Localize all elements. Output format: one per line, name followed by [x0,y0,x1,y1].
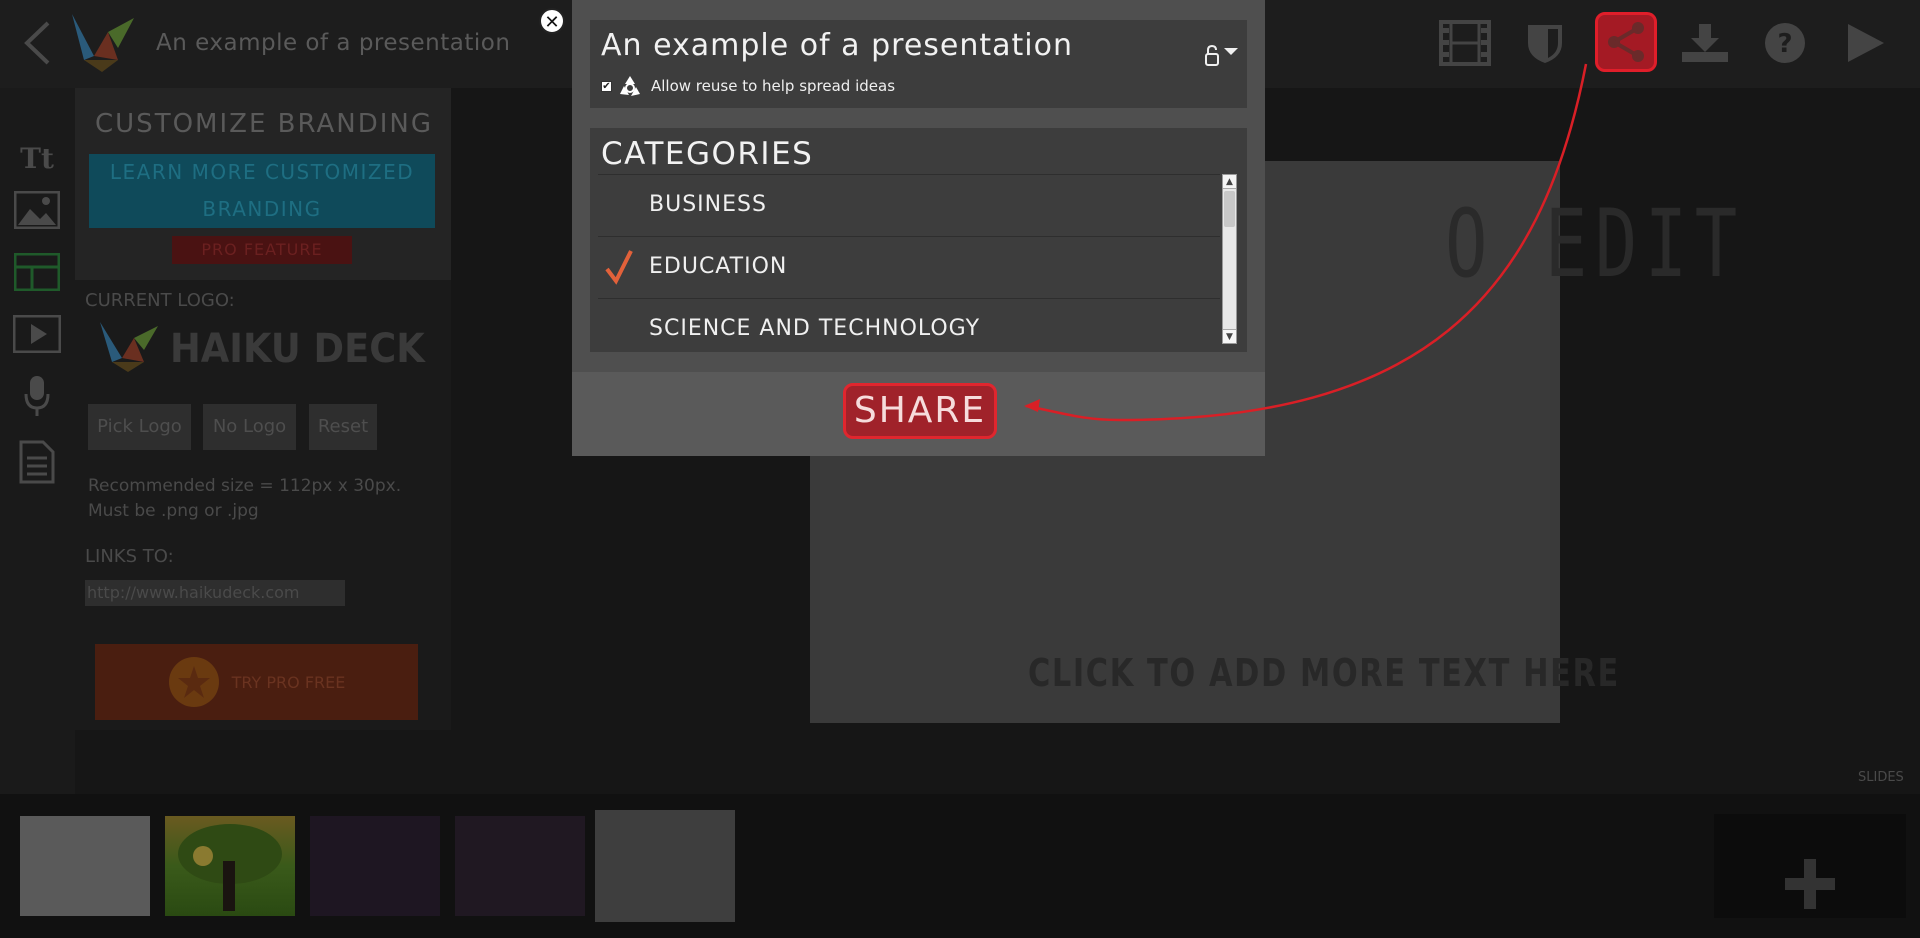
haiku-deck-logo [72,14,134,72]
learn-more-button[interactable]: LEARN MORE CUSTOMIZED BRANDING [89,154,435,228]
no-logo-button[interactable]: No Logo [203,404,296,450]
slide-thumbnail[interactable] [165,816,295,916]
scroll-down-arrow-icon[interactable]: ▼ [1223,329,1236,343]
category-label: SCIENCE AND TECHNOLOGY [649,316,981,341]
slide-subtitle-text[interactable]: CLICK TO ADD MORE TEXT HERE [1028,651,1620,695]
slide-thumbnail[interactable] [310,816,440,916]
app-title: An example of a presentation [156,30,511,56]
current-logo-bird [100,322,158,372]
file-format-text: Must be .png or .jpg [88,501,259,521]
recycle-icon [620,76,640,96]
current-logo-label: CURRENT LOGO: [85,290,235,311]
download-icon[interactable] [1675,14,1735,72]
tree-image [178,824,282,911]
category-item-science-and-technology[interactable]: SCIENCE AND TECHNOLOGY [598,298,1220,360]
presentation-title[interactable]: An example of a presentation [601,28,1073,63]
try-pro-free-label: TRY PRO FREE [231,672,346,692]
slide-title-text[interactable]: O EDIT [1445,190,1745,299]
pick-logo-button[interactable]: Pick Logo [88,404,191,450]
pro-feature-badge: PRO FEATURE [172,236,352,264]
branding-title: CUSTOMIZE BRANDING [95,109,434,139]
text-style-icon[interactable]: Tt [12,136,62,180]
close-modal-button[interactable]: ✕ [539,8,565,34]
links-to-label: LINKS TO: [85,546,174,567]
pro-star-icon [168,657,219,707]
help-icon[interactable]: ? [1755,14,1815,72]
svg-text:?: ? [1777,29,1792,59]
plus-icon [1785,859,1835,909]
share-button-highlighted[interactable] [1595,12,1657,72]
category-item-education[interactable]: EDUCATION [598,236,1220,298]
allow-reuse-label: Allow reuse to help spread ideas [651,77,896,95]
scroll-thumb[interactable] [1224,191,1235,227]
try-pro-free-button[interactable]: TRY PRO FREE [95,644,418,720]
category-label: EDUCATION [649,254,788,279]
scroll-up-arrow-icon[interactable]: ▲ [1223,175,1236,189]
category-item-business[interactable]: BUSINESS [598,174,1220,236]
slide-thumbnail[interactable] [455,816,585,916]
image-icon[interactable] [12,188,62,232]
pro-shield-icon[interactable] [1515,14,1575,72]
microphone-icon[interactable] [12,374,62,418]
slide-thumbnail-current[interactable] [595,810,735,922]
share-icon [1608,22,1644,62]
play-icon[interactable] [1835,14,1895,72]
video-icon[interactable] [12,312,62,356]
checkmark-icon [605,250,633,285]
notes-icon[interactable] [12,440,62,484]
recommended-size-text: Recommended size = 112px x 30px. [88,476,402,496]
categories-title: CATEGORIES [601,136,814,172]
current-logo-text: HAIKU DECK [170,326,425,372]
share-submit-button[interactable]: SHARE [843,383,997,439]
category-label: BUSINESS [649,192,767,217]
layout-icon[interactable] [12,250,62,294]
slides-label: SLIDES [1858,770,1904,785]
back-icon[interactable] [22,20,52,66]
add-slide-button[interactable] [1714,814,1906,918]
logo-link-url-input[interactable] [85,580,345,606]
allow-reuse-checkbox[interactable]: ✔ [601,81,612,92]
reset-logo-button[interactable]: Reset [309,404,377,450]
categories-scrollbar[interactable]: ▲ ▼ [1222,174,1237,344]
slide-thumbnail[interactable] [20,816,150,916]
privacy-lock-dropdown[interactable] [1202,44,1242,68]
film-strip-icon[interactable] [1435,14,1495,72]
